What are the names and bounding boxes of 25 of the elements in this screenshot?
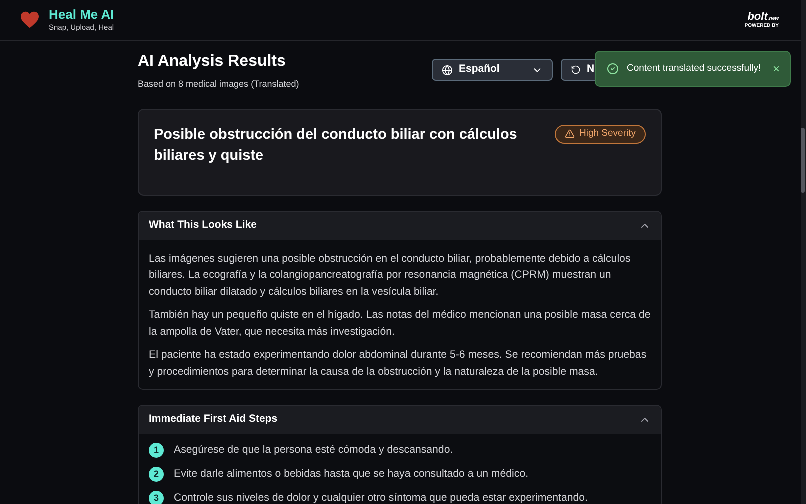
language-select[interactable]: Español bbox=[432, 59, 553, 81]
step-number: 1 bbox=[149, 443, 164, 458]
step-number: 3 bbox=[149, 491, 164, 504]
description-paragraph: El paciente ha estado experimentando dolor abdominal durante 5-6 meses. Se recomiendan más pruebas y procedimientos para determinar la causa de la obstrucción y la naturaleza de la posible masa. bbox=[149, 348, 648, 380]
globe-icon bbox=[442, 64, 453, 76]
diagnosis-title: Posible obstrucción del conducto biliar con cálculos biliares y quiste bbox=[154, 126, 518, 166]
description-paragraph: También hay un pequeño quiste en el hígado. Las notas del médico mencionan una posible masa cerca de la ampolla de Vater, que necesita más investigación. bbox=[149, 308, 651, 340]
step-text: Asegúrese de que la persona esté cómoda y descansando. bbox=[174, 443, 454, 458]
results-subtitle: Based on 8 medical images (Translated) bbox=[138, 78, 300, 91]
section-header[interactable]: What This Looks Like bbox=[139, 212, 661, 240]
close-button[interactable]: × bbox=[772, 63, 780, 75]
results-title: AI Analysis Results bbox=[138, 52, 287, 72]
section-header[interactable]: Immediate First Aid Steps bbox=[139, 406, 661, 434]
app-title: Heal Me AI bbox=[49, 7, 114, 23]
step-text: Controle sus niveles de dolor y cualquier otro síntoma que pueda estar experimentando. bbox=[174, 490, 588, 504]
toast-message: Content translated successfully! bbox=[627, 62, 762, 76]
scrollbar[interactable] bbox=[801, 0, 806, 504]
description-paragraph: Las imágenes sugieren una posible obstrucción en el conducto biliar, probablemente debido a cálculos biliares. La ecografía y la colangiopancreatografía por resonancia magnética (CPRM) muestran un conducto biliar dilatado y cálculos biliares en la vesícula biliar. bbox=[149, 252, 632, 300]
heart-icon bbox=[20, 11, 40, 29]
reset-icon bbox=[571, 65, 581, 75]
step-number: 2 bbox=[149, 467, 164, 482]
step-text: Evite darle alimentos o bebidas hasta que se haya consultado a un médico. bbox=[174, 466, 529, 482]
check-icon bbox=[607, 63, 619, 75]
severity-badge: High Severity bbox=[554, 124, 646, 144]
warning-icon bbox=[564, 129, 574, 139]
